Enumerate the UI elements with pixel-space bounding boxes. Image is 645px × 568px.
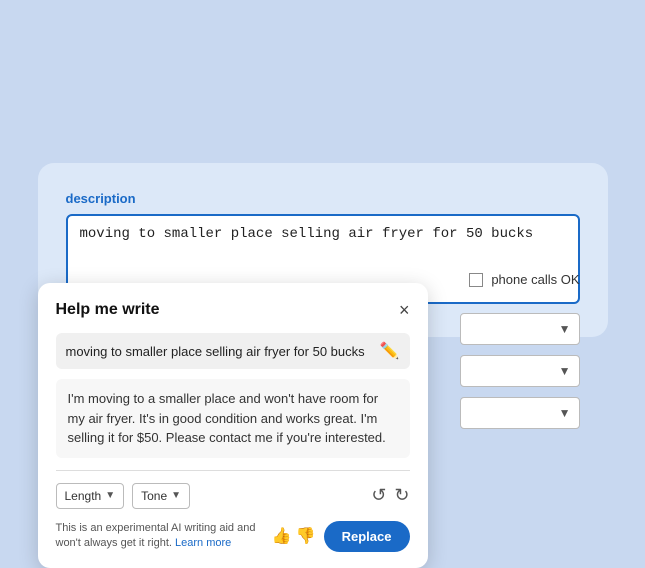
right-dropdowns: ▼ ▼ ▼ (460, 313, 580, 429)
contact-row: phone calls OK (469, 272, 579, 287)
chevron-down-icon-1: ▼ (559, 322, 571, 336)
learn-more-link[interactable]: Learn more (175, 537, 231, 549)
modal-title: Help me write (56, 301, 160, 319)
footer-text: This is an experimental AI writing aid a… (56, 521, 264, 552)
input-row: moving to smaller place selling air frye… (56, 333, 410, 369)
help-modal: Help me write × moving to smaller place … (38, 283, 428, 568)
length-dropdown[interactable]: Length ▼ (56, 483, 125, 509)
length-label: Length (65, 489, 102, 503)
outer-card: description ▼ ▼ ▼ phone calls OK Help me… (38, 163, 608, 337)
redo-button[interactable]: ↻ (394, 485, 409, 506)
feedback-icons: 👍 👎 (272, 526, 316, 546)
phone-calls-label: phone calls OK (491, 272, 579, 287)
generated-text-box: I'm moving to a smaller place and won't … (56, 379, 410, 458)
chevron-down-icon-2: ▼ (559, 364, 571, 378)
thumbs-up-button[interactable]: 👍 (272, 526, 292, 546)
modal-header: Help me write × (56, 301, 410, 319)
edit-icon[interactable]: ✏️ (380, 341, 400, 361)
description-label: description (66, 191, 580, 206)
dropdown-3[interactable]: ▼ (460, 397, 580, 429)
action-icons: ↺ ↻ (371, 485, 409, 506)
phone-calls-checkbox[interactable] (469, 273, 483, 287)
input-text: moving to smaller place selling air frye… (66, 344, 372, 359)
replace-button[interactable]: Replace (324, 521, 410, 552)
dropdown-2[interactable]: ▼ (460, 355, 580, 387)
close-button[interactable]: × (399, 301, 410, 319)
undo-button[interactable]: ↺ (371, 485, 386, 506)
controls-row: Length ▼ Tone ▼ ↺ ↻ (56, 483, 410, 509)
footer-row: This is an experimental AI writing aid a… (56, 521, 410, 552)
tone-chevron-icon: ▼ (171, 490, 181, 501)
thumbs-down-button[interactable]: 👎 (296, 526, 316, 546)
dropdown-1[interactable]: ▼ (460, 313, 580, 345)
length-chevron-icon: ▼ (105, 490, 115, 501)
tone-label: Tone (141, 489, 167, 503)
chevron-down-icon-3: ▼ (559, 406, 571, 420)
tone-dropdown[interactable]: Tone ▼ (132, 483, 190, 509)
divider (56, 470, 410, 471)
